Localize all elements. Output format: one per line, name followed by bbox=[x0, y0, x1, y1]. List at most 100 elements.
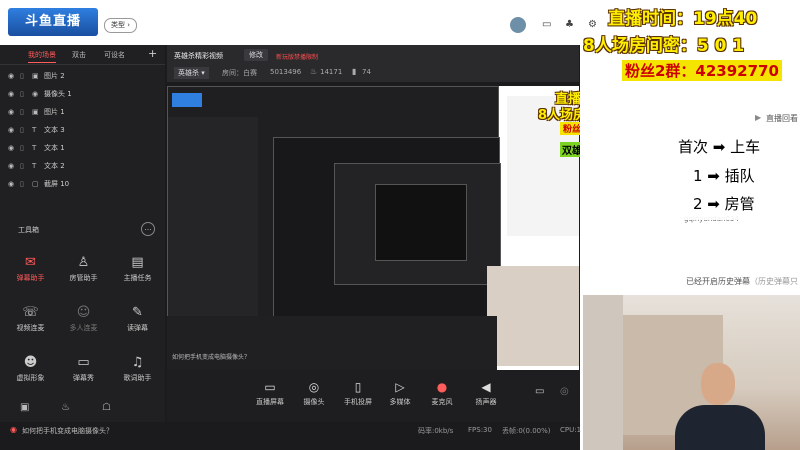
heat-icon: ♨ bbox=[310, 67, 318, 76]
room-id: 5013496 bbox=[270, 68, 302, 76]
chat-replay-link[interactable]: 直播回看 bbox=[766, 113, 798, 124]
source-item[interactable]: ◉ ▯ ▣ 图片 1 bbox=[8, 104, 158, 121]
live-toggle-icon[interactable]: ◎ bbox=[560, 386, 569, 397]
eye-icon[interactable]: ◉ bbox=[8, 140, 20, 157]
source-item[interactable]: ◉ ▯ ▣ 图片 2 bbox=[8, 68, 158, 85]
rule-queue: 1 ➡ 插队 bbox=[693, 167, 755, 185]
record-icon[interactable]: ▭ bbox=[535, 386, 544, 397]
divider bbox=[0, 64, 165, 65]
chat-history-text: 已经开启历史弹幕 bbox=[686, 277, 750, 286]
speaker-button[interactable]: ◀ 扬声器 bbox=[466, 380, 506, 407]
tab-my-scenes[interactable]: 我的场景 bbox=[28, 50, 56, 63]
eye-icon[interactable]: ◉ bbox=[8, 158, 20, 175]
type-button-label: 类型 bbox=[111, 21, 125, 29]
video-call-icon: ☏ bbox=[22, 305, 39, 320]
person-icon: ♙ bbox=[77, 255, 90, 270]
phone-icon: ▯ bbox=[354, 380, 362, 394]
source-item[interactable]: ◉ ▯ ◉ 摄像头 1 bbox=[8, 86, 158, 103]
viewers-icon: ▮ bbox=[352, 67, 357, 76]
read-icon: ✎ bbox=[132, 305, 143, 320]
avatar-icon: ☻ bbox=[23, 355, 38, 370]
lock-icon[interactable]: ▯ bbox=[20, 104, 32, 121]
toolbox-more-button[interactable]: … bbox=[141, 222, 155, 236]
tool-label: 歌词助手 bbox=[123, 374, 152, 382]
tool-label: 主播任务 bbox=[123, 274, 152, 282]
lock-icon[interactable]: ▯ bbox=[20, 86, 32, 103]
control-label: 手机投屏 bbox=[344, 398, 372, 406]
streamer-body bbox=[675, 405, 765, 450]
tool-lyrics[interactable]: ♫ 歌词助手 bbox=[110, 355, 165, 383]
replay-icon: ▶ bbox=[755, 113, 762, 122]
stream-preview[interactable]: 如何把手机变成电脑摄像头？ bbox=[167, 86, 579, 370]
source-label: 摄像头 1 bbox=[44, 90, 72, 98]
help-hint-link[interactable]: 如何把手机变成电脑摄像头？ bbox=[22, 426, 113, 436]
category-label: 英雄杀 bbox=[178, 69, 199, 77]
chat-history-msg: 已经开启历史弹幕（历史弹幕只 bbox=[686, 276, 798, 287]
tool-avatar[interactable]: ☻ 虚拟形象 bbox=[3, 355, 58, 383]
lock-icon[interactable]: ▯ bbox=[20, 140, 32, 157]
tool-streamer-tasks[interactable]: ▤ 主播任务 bbox=[110, 255, 165, 283]
tool-danmu-assistant[interactable]: ✉ 弹幕助手 bbox=[3, 255, 58, 283]
tool-label: 多人连麦 bbox=[69, 324, 98, 332]
dropped-frames: 丢帧:0(0.00%) bbox=[502, 427, 551, 435]
tab-rename[interactable]: 可设名 bbox=[104, 50, 125, 60]
screen-icon: ▭ bbox=[77, 355, 90, 370]
source-item[interactable]: ◉ ▯ T 文本 1 bbox=[8, 140, 158, 157]
source-item[interactable]: ◉ ▯ ▢ 截屏 10 bbox=[8, 176, 158, 193]
phone-cast-button[interactable]: ▯ 手机投屏 bbox=[338, 380, 378, 407]
eye-icon[interactable]: ◉ bbox=[8, 68, 20, 85]
tool-danmu-show[interactable]: ▭ 弹幕秀 bbox=[56, 355, 111, 383]
type-button[interactable]: 类型 › bbox=[104, 18, 138, 33]
camera-icon: ◎ bbox=[308, 380, 320, 394]
viewers-value: 74 bbox=[362, 68, 371, 76]
add-scene-button[interactable]: + bbox=[148, 47, 157, 60]
group-icon: ☺ bbox=[76, 305, 91, 320]
image-icon: ▣ bbox=[32, 72, 39, 80]
toolbox-title: 工具箱 bbox=[18, 226, 39, 234]
bitrate: 码率:0kb/s bbox=[418, 427, 454, 435]
nested-capture-4 bbox=[375, 184, 467, 261]
microphone-button[interactable]: ● 麦克风 bbox=[422, 380, 462, 407]
lock-icon[interactable]: ▯ bbox=[20, 158, 32, 175]
eye-icon[interactable]: ◉ bbox=[8, 176, 20, 193]
source-label: 文本 2 bbox=[44, 162, 65, 170]
chat-history-suffix: （历史弹幕只 bbox=[750, 277, 798, 286]
notice-text[interactable]: 新玩版禁播限制 bbox=[276, 52, 318, 61]
webcam-feed bbox=[583, 295, 800, 450]
stream-title: 英雄杀精彩视频 bbox=[174, 52, 223, 60]
lock-icon[interactable]: ▯ bbox=[20, 122, 32, 139]
nested-capture-2 bbox=[273, 137, 501, 319]
scene-tabs: 我的场景 双击 可设名 + bbox=[0, 46, 165, 64]
source-item[interactable]: ◉ ▯ T 文本 2 bbox=[8, 158, 158, 175]
chat-bubble-icon: ✉ bbox=[25, 255, 36, 270]
tool-room-manager[interactable]: ♙ 房管助手 bbox=[56, 255, 111, 283]
camera-button[interactable]: ◎ 摄像头 bbox=[294, 380, 334, 407]
lock-icon[interactable]: ▯ bbox=[20, 68, 32, 85]
category-button[interactable]: 英雄杀 ▾ bbox=[174, 67, 209, 79]
room-label: 房间：白赛 bbox=[222, 69, 257, 77]
tool-label: 房管助手 bbox=[69, 274, 98, 282]
media-button[interactable]: ▷ 多媒体 bbox=[380, 380, 420, 407]
eye-icon[interactable]: ◉ bbox=[8, 86, 20, 103]
eye-icon[interactable]: ◉ bbox=[8, 104, 20, 121]
tool-label: 弹幕秀 bbox=[73, 374, 94, 382]
tool-read-danmu[interactable]: ✎ 读弹幕 bbox=[110, 305, 165, 333]
eye-icon[interactable]: ◉ bbox=[8, 122, 20, 139]
control-label: 摄像头 bbox=[303, 398, 325, 406]
message-icon[interactable]: ▭ bbox=[542, 19, 551, 30]
tool-multi-link[interactable]: ☺ 多人连麦 bbox=[56, 305, 111, 333]
edit-title-button[interactable]: 修改 bbox=[244, 49, 268, 61]
avatar[interactable] bbox=[510, 17, 526, 33]
tab-double-click[interactable]: 双击 bbox=[72, 50, 86, 60]
gear-icon[interactable]: ⚙ bbox=[588, 19, 597, 30]
shirt-icon[interactable]: ♣ bbox=[565, 19, 574, 30]
tool-video-link[interactable]: ☏ 视频连麦 bbox=[3, 305, 58, 333]
screen-capture-button[interactable]: ▭ 直播屏幕 bbox=[250, 380, 290, 407]
source-item[interactable]: ◉ ▯ T 文本 3 bbox=[8, 122, 158, 139]
lock-icon[interactable]: ▯ bbox=[20, 176, 32, 193]
source-label: 图片 1 bbox=[44, 108, 65, 116]
music-icon: ♫ bbox=[131, 355, 144, 370]
task-icon: ▤ bbox=[131, 255, 144, 270]
nested-hint: 如何把手机变成电脑摄像头？ bbox=[172, 354, 251, 361]
nested-logo bbox=[172, 93, 202, 107]
